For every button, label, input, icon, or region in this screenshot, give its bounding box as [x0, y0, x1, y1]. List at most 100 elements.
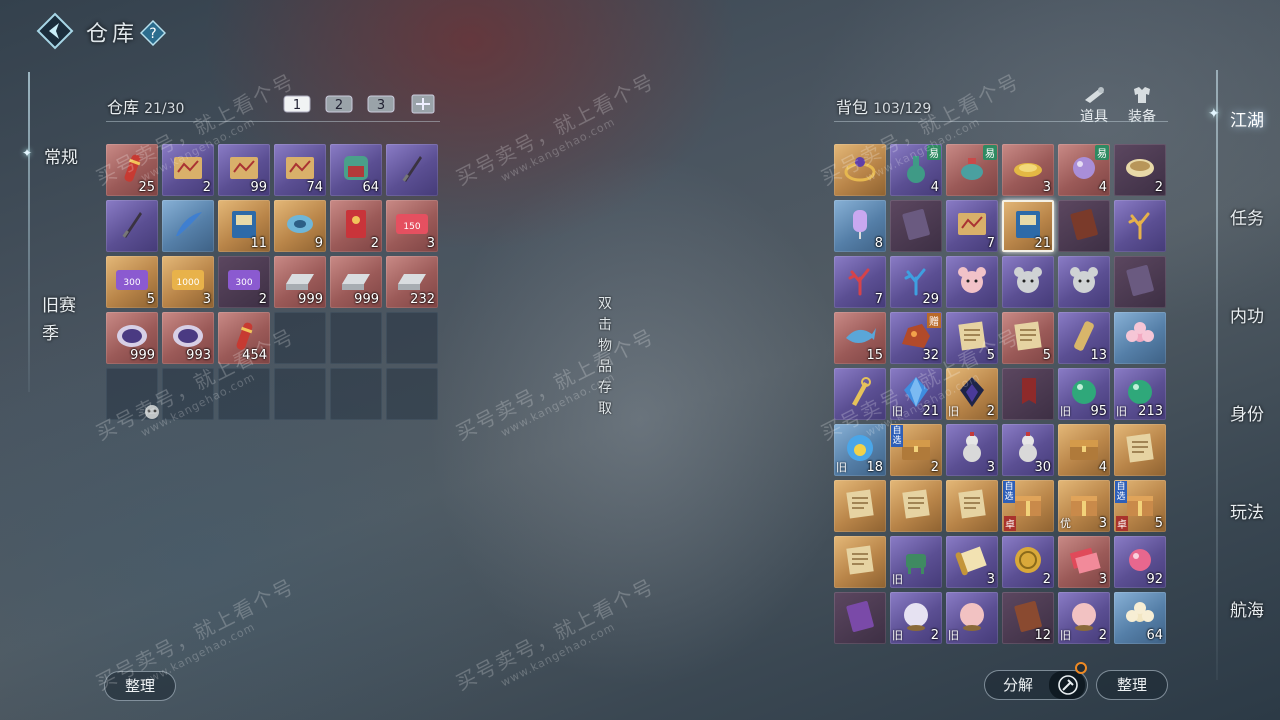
nav-jianghu[interactable]: 江湖 — [1230, 106, 1264, 131]
add-page-icon[interactable] — [409, 93, 437, 115]
backpack-slot[interactable] — [1058, 200, 1110, 252]
warehouse-empty-slot[interactable] — [386, 368, 438, 420]
tab-regular[interactable]: 常规 — [44, 143, 78, 168]
tab-equipment[interactable]: 装备 — [1122, 86, 1162, 126]
backpack-slot[interactable]: 13 — [1058, 312, 1110, 364]
warehouse-slot[interactable]: 11 — [218, 200, 270, 252]
backpack-slot[interactable]: 旧 — [890, 536, 942, 588]
nav-identity[interactable]: 身份 — [1230, 400, 1264, 425]
warehouse-slot[interactable]: 9 — [274, 200, 326, 252]
warehouse-slot[interactable]: 999 — [106, 312, 158, 364]
backpack-slot[interactable]: 2 — [1002, 536, 1054, 588]
warehouse-slot[interactable]: 454 — [218, 312, 270, 364]
backpack-slot[interactable]: 7 — [946, 200, 998, 252]
warehouse-slot[interactable]: 2 — [162, 144, 214, 196]
warehouse-slot[interactable]: 300 5 — [106, 256, 158, 308]
backpack-slot[interactable]: 3 — [946, 424, 998, 476]
backpack-slot[interactable] — [946, 256, 998, 308]
backpack-slot[interactable] — [834, 592, 886, 644]
backpack-slot[interactable] — [890, 200, 942, 252]
warehouse-empty-slot[interactable] — [162, 368, 214, 420]
backpack-slot[interactable]: 3 — [1002, 144, 1054, 196]
backpack-slot[interactable] — [1114, 312, 1166, 364]
warehouse-empty-slot[interactable] — [274, 368, 326, 420]
backpack-slot[interactable]: 旧2 — [890, 592, 942, 644]
backpack-slot[interactable] — [834, 480, 886, 532]
backpack-slot[interactable]: 5 — [946, 312, 998, 364]
warehouse-slot[interactable]: 74 — [274, 144, 326, 196]
warehouse-slot[interactable]: 25 — [106, 144, 158, 196]
hammer-icon[interactable] — [1049, 671, 1085, 699]
backpack-slot[interactable] — [890, 480, 942, 532]
warehouse-sort-button[interactable]: 整理 — [104, 671, 176, 701]
backpack-slot[interactable]: 15 — [834, 312, 886, 364]
backpack-sort-button[interactable]: 整理 — [1096, 670, 1168, 700]
backpack-slot[interactable]: 29 — [890, 256, 942, 308]
warehouse-page-tab-3[interactable]: 3 — [367, 93, 395, 115]
backpack-slot[interactable]: 64 — [1114, 592, 1166, 644]
warehouse-slot[interactable]: 150 3 — [386, 200, 438, 252]
warehouse-slot[interactable]: 993 — [162, 312, 214, 364]
backpack-slot[interactable]: 易 — [946, 144, 998, 196]
backpack-slot[interactable] — [1114, 200, 1166, 252]
backpack-slot[interactable] — [1114, 256, 1166, 308]
backpack-slot[interactable]: 旧 18 — [834, 424, 886, 476]
warehouse-slot[interactable]: 232 — [386, 256, 438, 308]
backpack-slot[interactable]: 旧2 — [1058, 592, 1110, 644]
warehouse-empty-slot[interactable] — [330, 368, 382, 420]
nav-inner-skill[interactable]: 内功 — [1230, 302, 1264, 327]
backpack-slot[interactable]: 30 — [1002, 424, 1054, 476]
nav-sailing[interactable]: 航海 — [1230, 596, 1264, 621]
backpack-slot[interactable] — [834, 368, 886, 420]
backpack-slot[interactable]: 2 — [1114, 144, 1166, 196]
warehouse-slot[interactable]: 999 — [330, 256, 382, 308]
backpack-slot[interactable]: 旧 95 — [1058, 368, 1110, 420]
backpack-slot[interactable]: 赠 32 — [890, 312, 942, 364]
backpack-slot[interactable]: 4 — [1058, 424, 1110, 476]
warehouse-page-tab-2[interactable]: 2 — [325, 93, 353, 115]
backpack-slot[interactable]: 旧2 — [946, 368, 998, 420]
warehouse-empty-slot[interactable] — [218, 368, 270, 420]
backpack-slot[interactable] — [946, 480, 998, 532]
backpack-slot[interactable]: 旧 213 — [1114, 368, 1166, 420]
backpack-slot[interactable] — [1058, 256, 1110, 308]
warehouse-slot[interactable] — [386, 144, 438, 196]
warehouse-empty-slot[interactable] — [274, 312, 326, 364]
warehouse-slot[interactable]: 2 — [330, 200, 382, 252]
tab-old-season[interactable]: 旧赛季 — [42, 292, 78, 348]
backpack-slot[interactable]: 易4 — [1058, 144, 1110, 196]
warehouse-slot[interactable]: 1000 3 — [162, 256, 214, 308]
backpack-slot[interactable]: 自选卓 — [1002, 480, 1054, 532]
backpack-slot[interactable]: 21 — [1002, 200, 1054, 252]
backpack-slot[interactable]: 旧 21 — [890, 368, 942, 420]
backpack-slot[interactable]: 优3 — [1058, 480, 1110, 532]
warehouse-slot[interactable]: 999 — [274, 256, 326, 308]
backpack-slot[interactable]: 12 — [1002, 592, 1054, 644]
backpack-slot[interactable] — [1114, 424, 1166, 476]
warehouse-slot[interactable]: 300 2 — [218, 256, 270, 308]
backpack-slot[interactable] — [834, 536, 886, 588]
nav-gameplay[interactable]: 玩法 — [1230, 498, 1264, 523]
backpack-slot[interactable]: 3 — [946, 536, 998, 588]
backpack-slot[interactable]: 5 — [1002, 312, 1054, 364]
nav-tasks[interactable]: 任务 — [1230, 204, 1264, 229]
warehouse-empty-slot[interactable] — [386, 312, 438, 364]
warehouse-empty-slot[interactable] — [330, 312, 382, 364]
backpack-slot[interactable]: 旧 — [946, 592, 998, 644]
backpack-slot[interactable]: 7 — [834, 256, 886, 308]
help-icon[interactable]: ? — [140, 20, 166, 46]
back-diamond-icon[interactable] — [36, 12, 74, 50]
warehouse-slot[interactable] — [106, 200, 158, 252]
backpack-slot[interactable]: 8 — [834, 200, 886, 252]
backpack-slot[interactable]: 易4 — [890, 144, 942, 196]
warehouse-slot[interactable]: 99 — [218, 144, 270, 196]
warehouse-slot[interactable]: 64 — [330, 144, 382, 196]
backpack-slot[interactable] — [1002, 256, 1054, 308]
tab-items[interactable]: 道具 — [1074, 86, 1114, 126]
backpack-slot[interactable]: 3 — [1058, 536, 1110, 588]
backpack-slot[interactable] — [1002, 368, 1054, 420]
backpack-slot[interactable]: 92 — [1114, 536, 1166, 588]
backpack-slot[interactable] — [834, 144, 886, 196]
warehouse-slot[interactable] — [162, 200, 214, 252]
backpack-slot[interactable]: 自选 2 — [890, 424, 942, 476]
